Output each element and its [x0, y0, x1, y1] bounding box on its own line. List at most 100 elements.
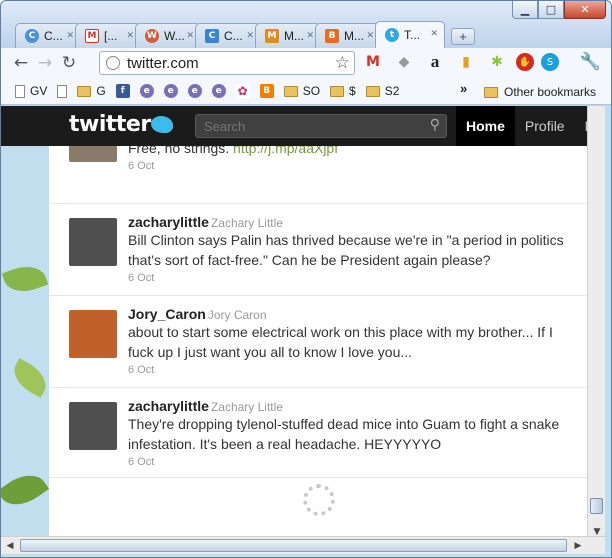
tab-3[interactable]: W W... ✕ [135, 23, 201, 48]
tweet-date[interactable]: 6 Oct [128, 364, 568, 376]
bookmark-icon-2[interactable]: e [163, 84, 178, 98]
close-tab-icon[interactable]: ✕ [430, 29, 438, 39]
vertical-scrollbar[interactable]: ▼ [587, 106, 605, 541]
horizontal-scrollbar[interactable]: ◀ ▶ [1, 536, 605, 554]
bookmark-label: SO [302, 84, 321, 98]
scroll-right-arrow-icon[interactable]: ▶ [569, 537, 587, 554]
close-tab-icon[interactable]: ✕ [366, 31, 374, 41]
bookmark-folder-g[interactable]: G [77, 84, 106, 98]
back-button[interactable]: ← [9, 51, 33, 75]
tab-twitter-active[interactable]: t T... ✕ [375, 21, 445, 48]
minimize-button[interactable]: ▁ [512, 1, 538, 19]
scroll-left-arrow-icon[interactable]: ◀ [1, 537, 19, 554]
tag-extension-icon[interactable]: ◆ [392, 50, 416, 74]
reload-button[interactable]: ↻ [57, 51, 81, 75]
tweet-fullname: Jory Caron [207, 308, 267, 322]
tweet-text: Bill Clinton says Palin has thrived beca… [128, 232, 564, 268]
tweet-item[interactable]: Free, no strings. http://j.mp/aaXjpf 6 O… [49, 146, 587, 204]
tweet-date[interactable]: 6 Oct [128, 456, 568, 468]
folder-icon [77, 85, 92, 97]
close-tab-icon[interactable]: ✕ [126, 31, 134, 41]
bookmarks-overflow-chevron-icon[interactable]: » [460, 81, 467, 96]
tab-4[interactable]: C C... ✕ [195, 23, 261, 48]
close-tab-icon[interactable]: ✕ [66, 31, 74, 41]
tweet-username[interactable]: zacharylittle [128, 398, 209, 414]
twitter-search-input[interactable] [196, 115, 416, 137]
tweet-fullname: Zachary Little [210, 216, 283, 230]
tab-1[interactable]: C C... ✕ [15, 23, 81, 48]
url-input[interactable] [127, 54, 327, 72]
android-extension-icon[interactable]: ✱ [485, 50, 509, 74]
purple-site-icon: e [211, 84, 226, 98]
folder-icon [484, 86, 498, 98]
amazon-extension-icon[interactable]: a [423, 50, 447, 74]
tweet-header: zacharylittle Zachary Little [128, 214, 568, 230]
bookmarks-bar: GV G f e e e e ✿ B SO $ S2 » Other bookm… [1, 78, 611, 105]
avatar[interactable] [69, 310, 117, 358]
tweet-header: Jory_Caron Jory Caron [128, 306, 568, 322]
browser-window: ▁ □ ✕ C C... ✕ M [... ✕ W W... ✕ C C... [0, 0, 612, 558]
leaf-decoration [1, 465, 50, 515]
new-tab-button[interactable]: + [451, 28, 475, 45]
tab-2[interactable]: M [... ✕ [75, 23, 141, 48]
bookmark-facebook[interactable]: f [115, 84, 130, 98]
title-bar: ▁ □ ✕ C C... ✕ M [... ✕ W W... ✕ C C... [1, 1, 611, 49]
twitter-nav: Home Profile M [456, 106, 606, 146]
extensions-area: M ◆ a ▮ ✱ ✋ S [361, 50, 559, 74]
tab-strip: C C... ✕ M [... ✕ W W... ✕ C C... ✕ M M. [15, 21, 475, 48]
bookmark-folder-so[interactable]: SO [283, 84, 321, 98]
other-bookmarks[interactable]: Other bookmarks [484, 85, 596, 99]
skype-extension-icon[interactable]: S [541, 53, 559, 71]
tweet-username[interactable]: Jory_Caron [128, 306, 206, 322]
nav-home[interactable]: Home [456, 106, 515, 146]
nav-profile[interactable]: Profile [515, 106, 575, 146]
gmail-extension-icon[interactable]: M [361, 50, 385, 74]
bookmark-folder-dollar[interactable]: $ [330, 84, 356, 98]
tweet-item[interactable]: Jory_Caron Jory Caron about to start some… [49, 296, 587, 388]
avatar[interactable] [69, 218, 117, 266]
tab-label: C... [224, 29, 243, 43]
wrench-menu-icon[interactable]: 🔧 [580, 52, 601, 72]
address-bar[interactable]: ☆ [99, 51, 355, 75]
bookmark-icon-3[interactable]: e [187, 84, 202, 98]
tweet-item[interactable]: zacharylittle Zachary Little Bill Clinton… [49, 204, 587, 296]
twitter-search-box[interactable]: ⚲ [195, 114, 447, 138]
vertical-scroll-thumb[interactable] [590, 498, 603, 514]
tweet-date[interactable]: 6 Oct [128, 160, 568, 172]
tweet-text: Free, no strings. http://j.mp/aaXjpf [128, 146, 568, 158]
adblock-extension-icon[interactable]: ✋ [516, 53, 534, 71]
search-icon[interactable]: ⚲ [430, 117, 440, 133]
bookmark-gv[interactable]: GV [15, 84, 47, 98]
bookmark-folder-s2[interactable]: S2 [365, 84, 400, 98]
bookmark-icon-5[interactable]: ✿ [235, 84, 250, 98]
tweet-stream: Free, no strings. http://j.mp/aaXjpf 6 O… [49, 146, 587, 541]
tweet-username[interactable]: zacharylittle [128, 214, 209, 230]
phone-sync-extension-icon[interactable]: ▮ [454, 50, 478, 74]
c-site-icon: C [205, 29, 219, 43]
close-tab-icon[interactable]: ✕ [306, 31, 314, 41]
bookmark-icon-4[interactable]: e [211, 84, 226, 98]
maximize-button[interactable]: □ [538, 1, 564, 19]
twitter-logo[interactable]: twitter [69, 112, 151, 137]
bookmark-blogger[interactable]: B [259, 84, 274, 98]
flower-icon: ✿ [235, 84, 250, 98]
close-tab-icon[interactable]: ✕ [186, 31, 194, 41]
tab-6[interactable]: B M... ✕ [315, 23, 381, 48]
bookmark-icon-1[interactable]: e [139, 84, 154, 98]
avatar[interactable] [69, 146, 117, 162]
horizontal-scroll-thumb[interactable] [20, 539, 567, 552]
avatar[interactable] [69, 402, 117, 450]
bookmark-page[interactable] [57, 84, 68, 98]
bookmark-label: G [96, 84, 106, 98]
tab-5[interactable]: M M... ✕ [255, 23, 321, 48]
close-tab-icon[interactable]: ✕ [246, 31, 254, 41]
close-button[interactable]: ✕ [564, 1, 606, 19]
tweet-link[interactable]: http://j.mp/aaXjpf [233, 146, 338, 156]
tweet-date[interactable]: 6 Oct [128, 272, 568, 284]
bookmark-star-icon[interactable]: ☆ [335, 53, 350, 73]
forward-button[interactable]: → [33, 51, 57, 75]
page-icon [15, 84, 25, 98]
leaf-decoration [7, 358, 53, 398]
tweet-item[interactable]: zacharylittle Zachary Little They're drop… [49, 388, 587, 478]
bookmark-label: S2 [384, 84, 400, 98]
